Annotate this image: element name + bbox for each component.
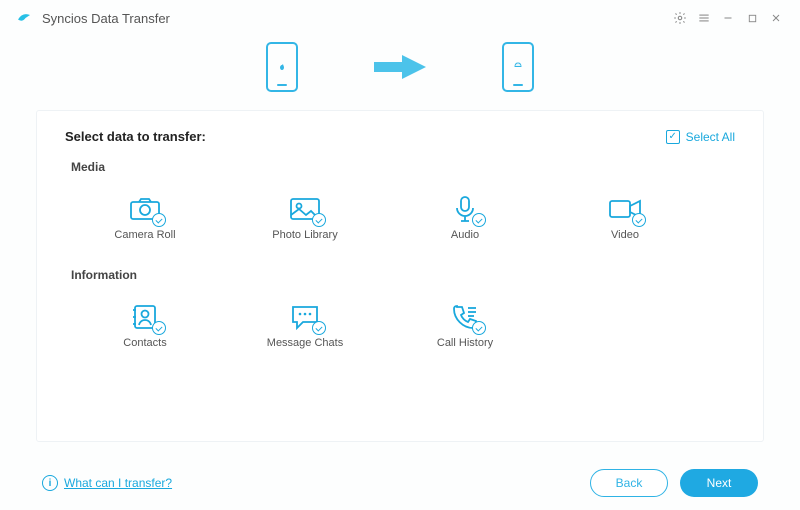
next-button[interactable]: Next <box>680 469 758 497</box>
item-message-chats[interactable]: Message Chats <box>225 290 385 362</box>
contacts-icon <box>128 303 162 331</box>
photo-icon <box>288 195 322 223</box>
item-label: Contacts <box>123 337 166 349</box>
back-button[interactable]: Back <box>590 469 668 497</box>
phone-icon <box>448 303 482 331</box>
camera-icon <box>128 195 162 223</box>
menu-button[interactable] <box>692 6 716 30</box>
item-video[interactable]: Video <box>545 182 705 254</box>
select-all-toggle[interactable]: ✓ Select All <box>666 130 735 144</box>
minimize-button[interactable] <box>716 6 740 30</box>
settings-button[interactable] <box>668 6 692 30</box>
video-icon <box>608 195 642 223</box>
item-call-history[interactable]: Call History <box>385 290 545 362</box>
select-all-checkbox-icon: ✓ <box>666 130 680 144</box>
help-link[interactable]: i What can I transfer? <box>42 475 172 491</box>
item-photo-library[interactable]: Photo Library <box>225 182 385 254</box>
item-label: Photo Library <box>272 229 337 241</box>
app-logo-icon <box>14 8 34 28</box>
app-title: Syncios Data Transfer <box>42 11 170 26</box>
target-device-icon <box>502 42 534 92</box>
information-grid: Contacts Message Chats Call History <box>65 290 735 362</box>
panel-header: Select data to transfer: ✓ Select All <box>65 129 735 144</box>
help-link-text: What can I transfer? <box>64 476 172 490</box>
app-window: Syncios Data Transfer Select <box>0 0 800 510</box>
item-label: Camera Roll <box>114 229 175 241</box>
section-title-information: Information <box>71 268 735 282</box>
item-audio[interactable]: Audio <box>385 182 545 254</box>
media-grid: Camera Roll Photo Library Audio <box>65 182 735 254</box>
device-transfer-row <box>0 36 800 110</box>
select-all-label: Select All <box>686 130 735 144</box>
mic-icon <box>448 195 482 223</box>
content-panel: Select data to transfer: ✓ Select All Me… <box>36 110 764 442</box>
info-icon: i <box>42 475 58 491</box>
section-title-media: Media <box>71 160 735 174</box>
item-contacts[interactable]: Contacts <box>65 290 225 362</box>
close-button[interactable] <box>764 6 788 30</box>
source-device-icon <box>266 42 298 92</box>
message-icon <box>288 303 322 331</box>
transfer-arrow-icon <box>368 52 432 82</box>
titlebar: Syncios Data Transfer <box>0 0 800 36</box>
item-label: Call History <box>437 337 493 349</box>
item-label: Video <box>611 229 639 241</box>
item-camera-roll[interactable]: Camera Roll <box>65 182 225 254</box>
footer: i What can I transfer? Back Next <box>0 456 800 510</box>
panel-heading: Select data to transfer: <box>65 129 206 144</box>
item-label: Audio <box>451 229 479 241</box>
maximize-button[interactable] <box>740 6 764 30</box>
item-label: Message Chats <box>267 337 343 349</box>
